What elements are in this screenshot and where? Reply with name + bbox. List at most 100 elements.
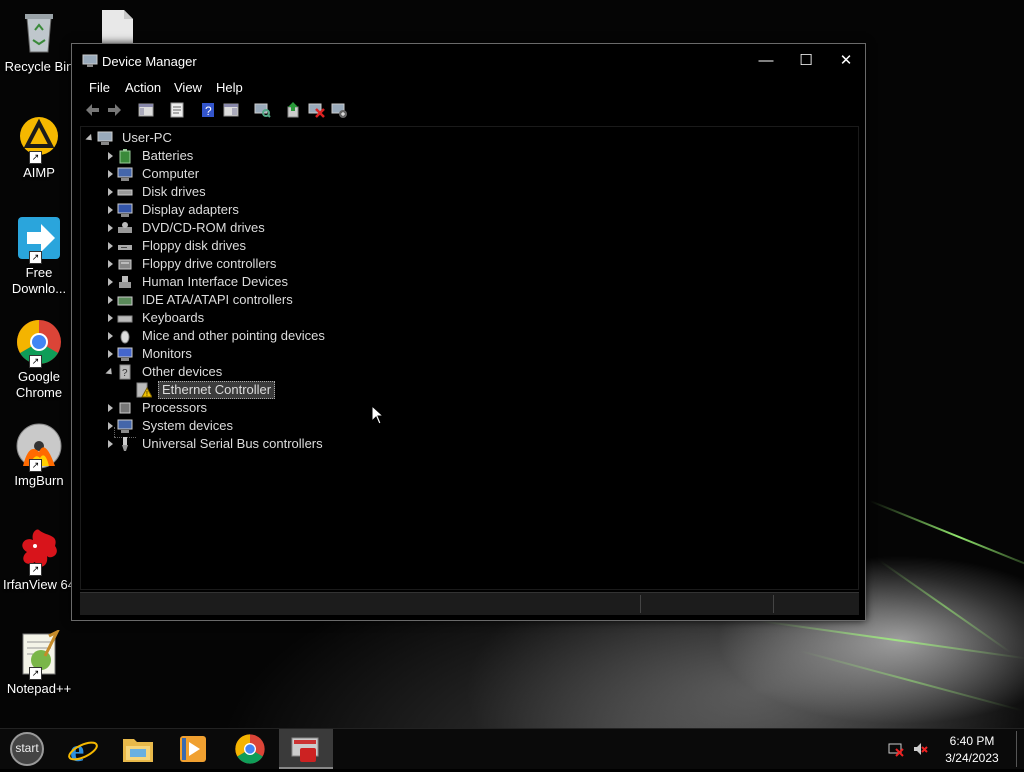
- menu-file[interactable]: File: [89, 80, 110, 95]
- clock-time: 6:40 PM: [949, 734, 995, 748]
- scan-for-hardware-changes-icon[interactable]: [253, 101, 271, 119]
- menu-view[interactable]: View: [174, 80, 202, 95]
- tree-item-label: Monitors: [142, 346, 192, 361]
- expand-arrow-icon[interactable]: [105, 255, 115, 273]
- expand-arrow-icon[interactable]: [105, 201, 115, 219]
- menu-help[interactable]: Help: [216, 80, 243, 95]
- collapse-arrow-icon[interactable]: [85, 129, 95, 147]
- desktop-icon-aimp[interactable]: ↗ AIMP: [0, 114, 78, 181]
- taskbar-media-player[interactable]: [166, 729, 220, 769]
- desktop-icon-label: IrfanView 64: [2, 577, 76, 592]
- desktop-icon-recycle-bin[interactable]: Recycle Bin: [0, 8, 78, 75]
- expand-arrow-icon[interactable]: [105, 345, 115, 363]
- expand-arrow-icon[interactable]: [105, 291, 115, 309]
- tree-item-label: Processors: [142, 400, 208, 415]
- imgburn-icon: ↗: [15, 422, 63, 472]
- svg-text:!: !: [146, 391, 148, 398]
- device-manager-window[interactable]: Device Manager — ☐ ✕ File Action View He…: [71, 43, 866, 621]
- computer-icon: [117, 166, 133, 182]
- expand-arrow-icon[interactable]: [105, 327, 115, 345]
- folder-icon: [122, 734, 154, 769]
- controller-icon: [117, 256, 133, 272]
- collapse-arrow-icon[interactable]: [105, 363, 115, 381]
- back-icon[interactable]: [83, 101, 101, 119]
- tree-item-label: System devices: [142, 418, 234, 433]
- window-title: Device Manager: [102, 54, 197, 69]
- menu-action[interactable]: Action: [125, 80, 161, 95]
- volume-muted-icon[interactable]: [912, 741, 928, 757]
- action-pane-icon[interactable]: [222, 101, 240, 119]
- expand-arrow-icon[interactable]: [105, 219, 115, 237]
- tree-item-label: Display adapters: [142, 202, 239, 217]
- network-status-icon[interactable]: [888, 741, 904, 757]
- tree-item-label: Floppy disk drives: [142, 238, 247, 253]
- desktop-icon-label: Recycle Bin: [4, 59, 74, 74]
- wallpaper-streak: [759, 620, 1024, 660]
- wallpaper-streak: [799, 650, 1023, 712]
- wallpaper-streak: [869, 500, 1024, 574]
- svg-text:e: e: [70, 733, 84, 765]
- help-icon[interactable]: ?: [199, 101, 217, 119]
- shortcut-arrow-icon: ↗: [29, 251, 42, 264]
- taskbar-device-manager[interactable]: [279, 729, 333, 769]
- update-driver-icon[interactable]: [284, 101, 302, 119]
- floppy-drive-icon: [117, 238, 133, 254]
- desktop-icon-label: Free Downlo...: [11, 265, 67, 296]
- show-hide-console-tree-icon[interactable]: [137, 101, 155, 119]
- mouse-cursor-icon: [371, 404, 385, 425]
- tree-item-label: IDE ATA/ATAPI controllers: [142, 292, 293, 307]
- expand-arrow-icon[interactable]: [105, 273, 115, 291]
- title-bar[interactable]: Device Manager — ☐ ✕: [72, 44, 865, 78]
- desktop-icon-free-download[interactable]: ↗ Free Downlo...: [0, 214, 78, 297]
- expand-arrow-icon[interactable]: [105, 417, 115, 435]
- unknown-device-icon: ?: [117, 364, 133, 380]
- clock-date: 3/24/2023: [945, 751, 999, 765]
- device-manager-icon: [290, 734, 322, 769]
- minimize-button[interactable]: —: [746, 46, 786, 76]
- shortcut-arrow-icon: ↗: [29, 563, 42, 576]
- device-tree[interactable]: User-PC Batteries Computer Disk drives Displ…: [80, 126, 859, 590]
- file-icon[interactable]: [100, 10, 134, 44]
- recycle-bin-icon: [15, 8, 63, 56]
- desktop: Recycle Bin ↗ AIMP ↗ Free Downlo... ↗ Go…: [0, 0, 1024, 728]
- tree-item-label: Floppy drive controllers: [142, 256, 277, 271]
- maximize-button[interactable]: ☐: [786, 46, 826, 76]
- disable-device-icon[interactable]: [330, 101, 348, 119]
- expand-arrow-icon[interactable]: [105, 399, 115, 417]
- status-divider: [640, 595, 641, 613]
- menu-bar: File Action View Help: [72, 78, 865, 100]
- media-player-icon: [178, 734, 208, 769]
- tree-item-label: Universal Serial Bus controllers: [142, 436, 323, 451]
- expand-arrow-icon[interactable]: [105, 165, 115, 183]
- internet-explorer-icon: e: [67, 732, 99, 770]
- desktop-icon-irfanview[interactable]: ↗ IrfanView 64: [0, 526, 78, 593]
- tree-item-label: Computer: [142, 166, 200, 181]
- processor-icon: [117, 400, 133, 416]
- tree-item-label: Mice and other pointing devices: [142, 328, 325, 343]
- dvd-drive-icon: [117, 220, 133, 236]
- ide-controller-icon: [117, 292, 133, 308]
- desktop-icon-google-chrome[interactable]: ↗ Google Chrome: [0, 318, 78, 401]
- expand-arrow-icon[interactable]: [105, 237, 115, 255]
- desktop-icon-imgburn[interactable]: ↗ ImgBurn: [0, 422, 78, 489]
- desktop-icon-label: Notepad++: [6, 681, 72, 696]
- uninstall-device-icon[interactable]: [307, 101, 325, 119]
- taskbar-internet-explorer[interactable]: e: [56, 729, 110, 769]
- expand-arrow-icon[interactable]: [105, 183, 115, 201]
- show-desktop-button[interactable]: [1016, 731, 1017, 767]
- desktop-icon-notepad-plus-plus[interactable]: ↗ Notepad++: [0, 628, 78, 697]
- tree-item-label: Disk drives: [142, 184, 206, 199]
- tree-item-label: Keyboards: [142, 310, 205, 325]
- close-button[interactable]: ✕: [826, 46, 866, 76]
- taskbar-google-chrome[interactable]: [223, 729, 277, 769]
- expand-arrow-icon[interactable]: [105, 435, 115, 453]
- chrome-icon: [234, 733, 266, 770]
- notepad-plus-plus-icon: ↗: [15, 628, 63, 680]
- expand-arrow-icon[interactable]: [105, 147, 115, 165]
- start-button[interactable]: start: [8, 731, 46, 767]
- taskbar: start e 6:40 PM 3/24/2023: [0, 728, 1024, 769]
- forward-icon[interactable]: [106, 101, 124, 119]
- properties-icon[interactable]: [168, 101, 186, 119]
- expand-arrow-icon[interactable]: [105, 309, 115, 327]
- taskbar-file-explorer[interactable]: [111, 729, 165, 769]
